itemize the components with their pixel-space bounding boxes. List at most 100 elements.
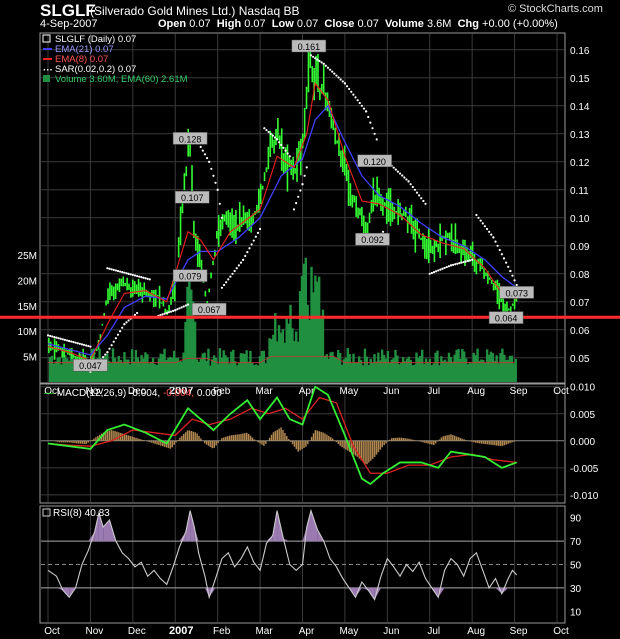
sar-dot xyxy=(292,208,296,211)
sar-dot xyxy=(119,270,122,273)
sar-dot xyxy=(409,183,412,186)
sar-dot xyxy=(65,339,69,342)
x-tick-label: Feb xyxy=(213,626,231,637)
sar-dot xyxy=(303,174,306,177)
sar-dot xyxy=(127,272,130,275)
sar-dot xyxy=(443,266,446,270)
sar-dot xyxy=(496,244,499,247)
sar-dot xyxy=(488,230,491,233)
sar-dot xyxy=(250,243,253,246)
sar-dot xyxy=(451,263,455,266)
sar-dot xyxy=(282,146,285,149)
sar-dot xyxy=(167,311,170,314)
sar-dot xyxy=(148,278,151,281)
sar-dot xyxy=(494,240,497,243)
sar-dot xyxy=(320,61,323,64)
sar-dot xyxy=(447,265,450,268)
macd-legend: — MACD(12,26,9) -0.004, -0.004, 0.000 xyxy=(44,388,222,399)
sar-dot xyxy=(420,197,423,200)
sar-dot xyxy=(275,138,279,141)
sar-dot xyxy=(273,136,277,139)
sar-dot xyxy=(203,153,207,156)
sar-dot xyxy=(237,264,240,267)
sar-dot xyxy=(59,337,62,340)
sar-dot xyxy=(333,72,336,75)
sar-dot xyxy=(214,181,217,184)
sar-dot xyxy=(121,326,124,329)
legend-label: Volume 3.60M, EMA(60) 2.61M xyxy=(55,74,188,85)
sar-dot xyxy=(326,66,330,69)
sar-dot xyxy=(55,336,58,339)
sar-dot xyxy=(345,85,349,88)
sar-dot xyxy=(309,54,313,57)
sar-dot xyxy=(199,145,202,148)
sar-dot xyxy=(297,195,300,198)
annotation-label: 0.073 xyxy=(505,288,528,298)
sar-dot xyxy=(341,80,344,83)
x-tick-label: Jun xyxy=(383,626,399,637)
sar-dot xyxy=(413,188,417,191)
sar-dot xyxy=(441,267,444,270)
sar-dot xyxy=(392,166,395,169)
sar-dot xyxy=(108,267,111,270)
sar-dot xyxy=(322,62,325,65)
sar-dot xyxy=(515,283,518,287)
sar-dot xyxy=(405,178,408,181)
sar-dot xyxy=(367,115,370,119)
sar-dot xyxy=(242,258,245,261)
sar-dot xyxy=(301,183,304,186)
sar-dot xyxy=(286,152,289,155)
sar-dot xyxy=(312,55,315,58)
sar-dot xyxy=(53,335,56,339)
sar-dot xyxy=(138,275,141,278)
sar-dot xyxy=(146,277,149,280)
macd-tick-label: -0.010 xyxy=(570,491,599,502)
sar-dot xyxy=(89,345,92,348)
sar-dot xyxy=(362,107,366,110)
sar-dot xyxy=(269,132,272,135)
sar-dot xyxy=(121,271,124,274)
sar-dot xyxy=(125,321,128,324)
sar-dot xyxy=(477,216,480,219)
sar-dot xyxy=(180,306,183,309)
sar-dot xyxy=(182,305,185,308)
volume-tick-label: 5M xyxy=(23,353,37,364)
sar-dot xyxy=(116,269,120,273)
sar-dot xyxy=(104,353,107,356)
sar-dot xyxy=(265,128,268,132)
sar-dot xyxy=(271,134,274,137)
rsi-tick-label: 70 xyxy=(570,537,582,548)
sar-dot xyxy=(401,174,404,177)
x-tick-label: May xyxy=(339,386,358,397)
sar-dot xyxy=(142,276,145,279)
sar-dot xyxy=(398,172,402,175)
price-tick-label: 0.14 xyxy=(570,102,590,113)
price-annotation: 0.067 xyxy=(191,302,227,316)
sar-dot xyxy=(492,236,495,239)
sar-dot xyxy=(430,271,433,275)
sar-dot xyxy=(229,275,232,278)
sar-dot xyxy=(57,337,60,340)
sar-dot xyxy=(411,185,414,189)
sar-dot xyxy=(210,167,213,170)
sar-dot xyxy=(184,304,187,307)
sar-dot xyxy=(263,127,266,130)
price-tick-label: 0.16 xyxy=(570,46,590,57)
sar-dot xyxy=(85,344,88,347)
sar-dot xyxy=(135,274,139,278)
sar-dot xyxy=(116,333,120,336)
sar-dot xyxy=(464,260,467,263)
sar-dot xyxy=(233,269,236,273)
sar-dot xyxy=(435,270,438,273)
sar-dot xyxy=(280,143,283,147)
x-tick-label: Dec xyxy=(128,626,146,637)
sar-dot xyxy=(51,335,54,338)
sar-dot xyxy=(222,283,226,287)
sar-dot xyxy=(205,156,209,160)
sar-dot xyxy=(505,261,508,264)
sar-dot xyxy=(314,57,317,60)
sar-dot xyxy=(507,265,510,268)
x-tick-label: Jul xyxy=(427,626,440,637)
rsi-tick-label: 30 xyxy=(570,584,582,595)
volume-tick-label: 25M xyxy=(18,251,37,262)
